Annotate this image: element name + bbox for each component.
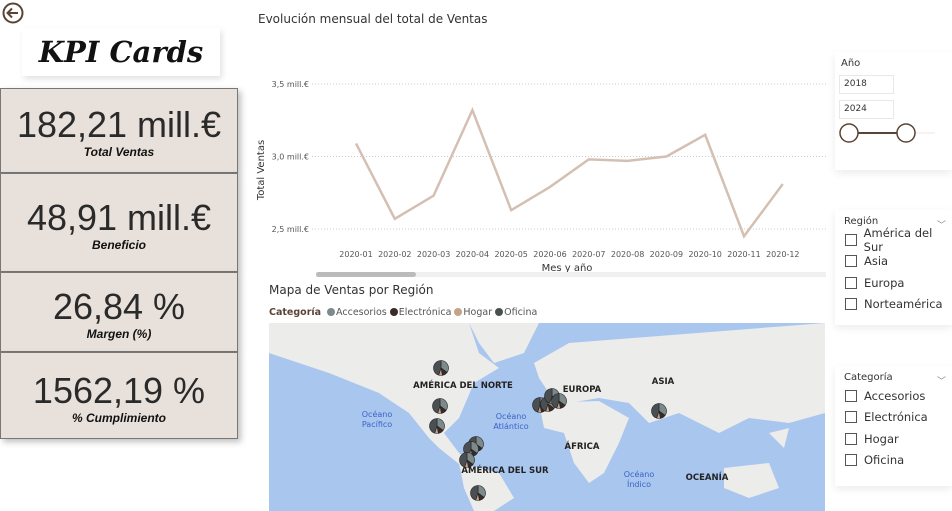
checkbox [845,298,857,311]
kpi-value: 26,84 % [52,286,186,327]
ocean-label: Índico [627,478,651,489]
region-pie-marker[interactable] [432,398,448,414]
x-tick-label: 2020-02 [378,250,411,259]
kpi-value: 182,21 mill.€ [16,104,222,145]
checkbox [845,411,857,424]
y-tick-label: 3,0 mill.€ [272,153,309,162]
region-label-asia: ASIA [652,377,675,387]
category-option-hogar[interactable]: Hogar [835,428,952,450]
ocean-label: Océano [496,411,527,421]
kpi-label: Beneficio [91,238,146,252]
chart-scrollbar-thumb[interactable] [316,272,416,277]
legend-item-oficina[interactable]: Oficina [495,307,537,318]
kpi-label: Margen (%) [86,327,152,341]
legend-title: Categoría [269,307,322,318]
region-option-europa[interactable]: Europa [835,272,952,294]
region-pie-marker[interactable] [651,403,667,419]
region-label-africa: ÁFRICA [565,440,600,452]
y-tick-label: 3,5 mill.€ [272,80,309,89]
legend-item-hogar[interactable]: Hogar [454,307,492,318]
slider-handle-min [839,123,859,143]
region-option-america-del-sur[interactable]: América del Sur [835,226,952,254]
checkbox [845,389,857,402]
x-tick-label: 2020-09 [650,250,683,259]
checkbox [845,454,857,467]
region-label-north-america: AMÉRICA DEL NORTE [413,379,513,391]
slider-handle-max [896,123,916,143]
chevron-down-icon[interactable]: ﹀ [937,218,946,231]
ocean-label: Océano [624,469,655,479]
x-tick-label: 2020-07 [572,250,605,259]
region-pie-marker[interactable] [470,485,486,501]
sales-map[interactable]: AMÉRICA DEL NORTE EUROPA ASIA ÁFRICA AMÉ… [269,323,825,511]
category-option-electronica[interactable]: Electrónica [835,407,952,429]
kpi-card-beneficio: 48,91 mill.€ Beneficio [0,173,238,272]
legend-item-electronica[interactable]: Electrónica [389,307,451,318]
region-pie-marker[interactable] [551,393,567,409]
year-range-slider[interactable] [835,119,952,149]
series-line [354,106,784,239]
map-legend: Categoría Accesorios Electrónica Hogar O… [269,307,537,318]
x-tick-label: 2020-06 [533,250,566,259]
page-title: KPI Cards [22,28,220,76]
region-label-europe: EUROPA [563,385,602,395]
kpi-value: 48,91 mill.€ [26,197,212,238]
region-label-oceania: OCEANÍA [686,471,729,483]
x-tick-label: 2020-08 [611,250,644,259]
region-label-south-america: AMÉRICA DEL SUR [461,464,549,476]
category-option-oficina[interactable]: Oficina [835,450,952,472]
chevron-down-icon[interactable]: ﹀ [937,374,946,387]
y-axis-title: Total Ventas [256,140,267,201]
kpi-label: % Cumplimiento [71,411,166,425]
ocean-label: Atlántico [493,422,528,431]
checkbox [845,233,857,246]
y-tick-label: 2,5 mill.€ [272,225,309,234]
region-pie-marker[interactable] [459,452,475,468]
region-option-norteamerica[interactable]: Norteamérica [835,294,952,316]
ocean-label: Océano [362,409,393,419]
region-pie-marker[interactable] [429,418,445,434]
line-chart: Total Ventas Mes y año 2,5 mill.€3,0 mil… [256,80,828,274]
region-pie-marker[interactable] [433,360,449,376]
kpi-value: 1562,19 % [32,370,206,411]
chart-title: Evolución mensual del total de Ventas [258,12,488,26]
x-tick-label: 2020-01 [339,250,372,259]
year-slicer-title: Año [841,58,861,69]
x-tick-label: 2020-04 [456,250,489,259]
x-tick-label: 2020-12 [766,250,799,259]
region-slicer-title: Región [844,216,879,227]
checkbox [845,276,857,289]
category-slicer: Categoría ﹀ Accesorios Electrónica Hogar… [835,366,952,486]
kpi-card-total-ventas: 182,21 mill.€ Total Ventas [0,88,238,173]
year-to-input[interactable]: 2024 [839,100,894,119]
region-slicer: Región ﹀ América del Sur Asia Europa Nor… [835,210,952,325]
checkbox [845,432,857,445]
year-slicer: Año 2018 2024 [835,52,952,170]
kpi-card-cumplimiento: 1562,19 % % Cumplimiento [0,352,238,439]
category-option-accesorios[interactable]: Accesorios [835,385,952,407]
ocean-label: Pacífico [362,420,392,429]
checkbox [845,255,857,268]
category-slicer-title: Categoría [844,372,893,383]
x-tick-label: 2020-03 [417,250,450,259]
x-tick-label: 2020-10 [688,250,721,259]
map-title: Mapa de Ventas por Región [269,283,434,297]
legend-item-accesorios[interactable]: Accesorios [327,307,387,318]
kpi-card-margen: 26,84 % Margen (%) [0,272,238,352]
x-tick-label: 2020-05 [494,250,527,259]
year-from-input[interactable]: 2018 [839,75,894,94]
back-arrow-icon[interactable] [2,2,24,24]
kpi-label: Total Ventas [83,145,155,159]
x-tick-label: 2020-11 [727,250,760,259]
